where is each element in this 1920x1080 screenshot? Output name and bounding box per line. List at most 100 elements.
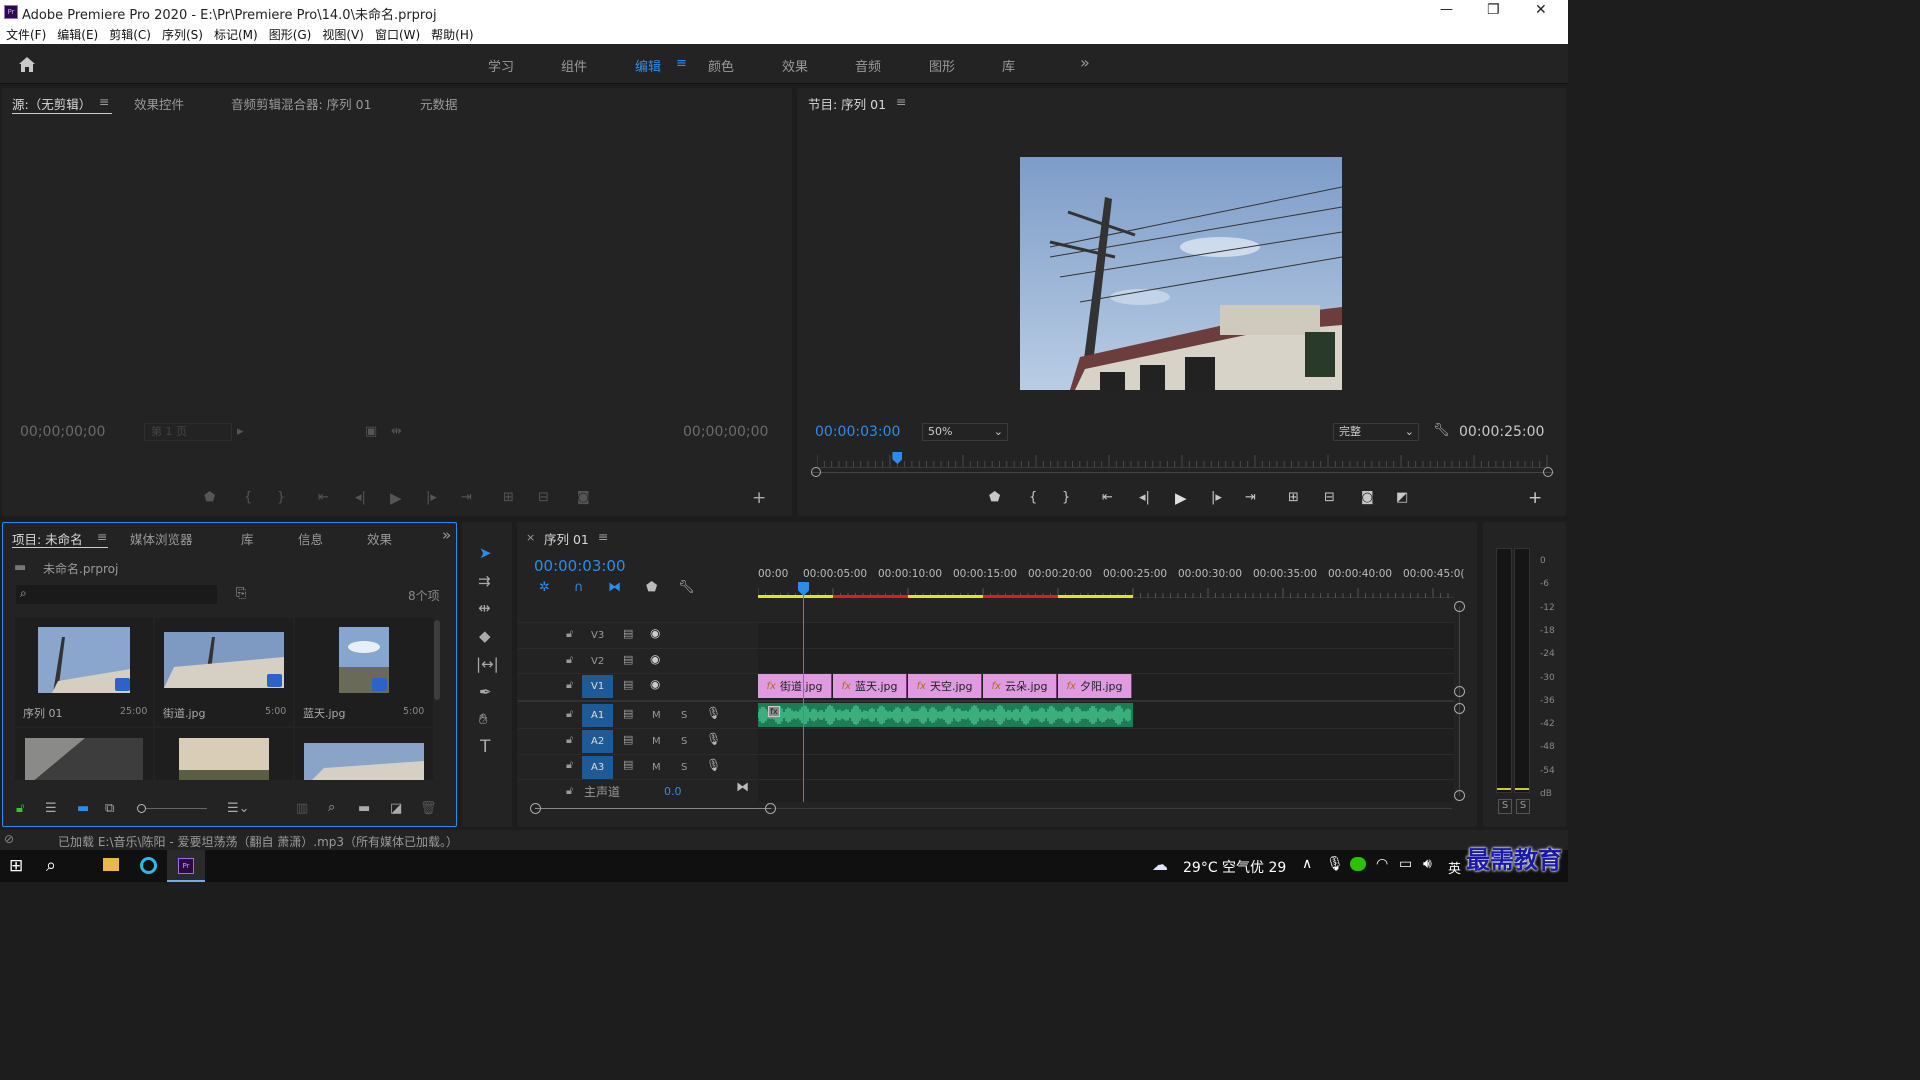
workspace-menu-icon[interactable]: ≡ [676,56,687,71]
new-bin-from-search-icon[interactable]: ⎘ [236,586,246,601]
add-marker-icon[interactable]: ⬟ [989,490,1000,505]
minimize-button[interactable]: — [1440,2,1453,17]
menu-sequence[interactable]: 序列(S) [162,26,203,43]
close-tab-icon[interactable]: × [526,531,535,544]
menu-help[interactable]: 帮助(H) [431,26,473,43]
wechat-icon[interactable] [1350,857,1366,871]
file-explorer-icon[interactable] [103,858,119,871]
tab-info[interactable]: 信息 [298,529,323,548]
track-select-tool-icon[interactable]: ⇉ [478,572,491,590]
lift-icon[interactable]: ⊞ [1288,490,1299,505]
scroll-handle[interactable] [1454,686,1465,697]
program-timecode[interactable]: 00:00:03:00 [815,424,900,440]
comparison-view-icon[interactable]: ◩ [1396,490,1408,505]
freeform-view-icon[interactable]: ⧉ [105,801,114,816]
track-label-v2[interactable]: V2 [591,656,604,667]
automate-to-sequence-icon[interactable]: ▥ [296,801,308,816]
project-item[interactable]: 街道.jpg 5:00 [155,618,293,726]
wifi-icon[interactable]: ◠ [1376,856,1388,872]
ime-indicator[interactable]: 英 [1448,858,1461,877]
microphone-icon[interactable]: 🎙︎ [706,758,721,772]
tab-sequence[interactable]: 序列 01 [544,529,589,548]
source-step-back-icon[interactable]: ◂| [355,490,366,505]
source-drag-icon[interactable]: ⇹ [391,424,402,439]
menu-file[interactable]: 文件(F) [6,26,46,43]
lock-track-icon[interactable]: 🔓︎ [566,707,573,721]
source-add-button-icon[interactable]: + [752,488,766,508]
taskbar-search-icon[interactable]: ⌕ [46,855,56,876]
battery-icon[interactable]: ▭ [1399,856,1412,872]
find-icon[interactable]: ⌕ [328,800,335,815]
video-clip[interactable]: fx 云朵.jpg [983,674,1057,698]
source-export-frame-icon[interactable]: ◙ [577,490,590,505]
tab-audio-clip-mixer[interactable]: 音频剪辑混合器: 序列 01 [231,94,372,113]
sync-lock-icon[interactable]: ▤ [623,707,633,720]
tray-microphone-icon[interactable]: 🎙︎ [1326,856,1344,872]
scroll-handle[interactable] [1454,601,1465,612]
tab-project[interactable]: 项目: 未命名 [12,529,83,548]
meter-solo-left[interactable]: S [1498,799,1512,814]
zoom-handle-left[interactable] [811,467,821,477]
page-dropdown[interactable]: 第 1 页 [144,423,232,441]
project-item[interactable] [15,728,153,780]
thumbnail-size-slider[interactable] [137,804,207,813]
tab-effect-controls[interactable]: 效果控件 [134,94,184,113]
sync-lock-icon[interactable]: ▤ [623,733,633,746]
snap-icon[interactable]: ∩ [574,580,584,595]
source-step-forward-icon[interactable]: |▸ [426,490,437,505]
lock-track-icon[interactable]: 🔓︎ [566,784,573,798]
close-button[interactable]: ✕ [1535,2,1547,18]
mark-out-icon[interactable]: } [1062,490,1070,505]
sequence-menu-icon[interactable]: ≡ [598,529,608,544]
play-icon[interactable]: ▶ [1175,489,1187,507]
clear-icon[interactable]: 🗑︎ [420,801,437,816]
menu-window[interactable]: 窗口(W) [375,26,420,43]
program-menu-icon[interactable]: ≡ [896,94,906,109]
project-menu-icon[interactable]: ≡ [97,529,107,544]
project-item[interactable]: 蓝天.jpg 5:00 [295,618,433,726]
go-to-out-icon[interactable]: ⇥ [1245,490,1256,505]
project-item[interactable] [295,728,433,780]
home-icon[interactable] [18,56,36,73]
master-volume[interactable]: 0.0 [664,785,682,798]
workspace-editing[interactable]: 编辑 [635,56,661,75]
workspace-learn[interactable]: 学习 [488,56,514,75]
microphone-icon[interactable]: 🎙︎ [706,706,721,720]
tab-media-browser[interactable]: 媒体浏览器 [130,529,193,548]
sync-lock-icon[interactable]: ▤ [623,758,633,771]
program-zoom-bar[interactable] [812,472,1554,473]
menu-edit[interactable]: 编辑(E) [57,26,98,43]
sync-lock-icon[interactable]: ▤ [623,627,633,640]
extract-icon[interactable]: ⊟ [1324,490,1335,505]
source-settings-icon[interactable]: ▣ [365,424,377,439]
vertical-zoom-bar[interactable] [1459,606,1460,796]
solo-button[interactable]: S [681,736,687,747]
video-clip[interactable]: fx 天空.jpg [908,674,982,698]
solo-button[interactable]: S [681,762,687,773]
hand-tool-icon[interactable]: ✋︎ [479,710,488,728]
zoom-scroll-active[interactable] [535,808,771,809]
workspace-more-icon[interactable]: » [1080,53,1090,72]
pen-tool-icon[interactable]: ✒ [479,683,492,701]
project-item[interactable] [155,728,293,780]
menu-clip[interactable]: 剪辑(C) [109,26,151,43]
timeline-timecode[interactable]: 00:00:03:00 [534,557,626,575]
volume-icon[interactable]: 🔊︎ [1423,856,1432,872]
tab-metadata[interactable]: 元数据 [420,94,458,113]
source-mark-in-icon[interactable]: { [244,490,252,505]
tab-libraries[interactable]: 库 [241,529,254,548]
wrench-icon[interactable]: 🔧︎ [1433,423,1450,438]
nest-icon[interactable]: ✲ [539,580,550,595]
source-overwrite-icon[interactable]: ⊟ [538,490,549,505]
microphone-icon[interactable]: 🎙︎ [706,732,721,746]
master-end-icon[interactable]: ⧓ [736,780,749,795]
ripple-edit-tool-icon[interactable]: ⇹ [478,599,491,617]
timeline-marker-icon[interactable]: ⬟ [646,580,657,595]
scroll-handle[interactable] [530,803,541,814]
step-forward-icon[interactable]: |▸ [1211,490,1222,505]
eye-icon[interactable]: ◉ [650,626,660,640]
new-item-icon[interactable]: ◪ [390,801,402,816]
source-insert-icon[interactable]: ⊞ [503,490,514,505]
mark-in-icon[interactable]: { [1029,490,1037,505]
tab-program[interactable]: 节目: 序列 01 [808,94,886,113]
